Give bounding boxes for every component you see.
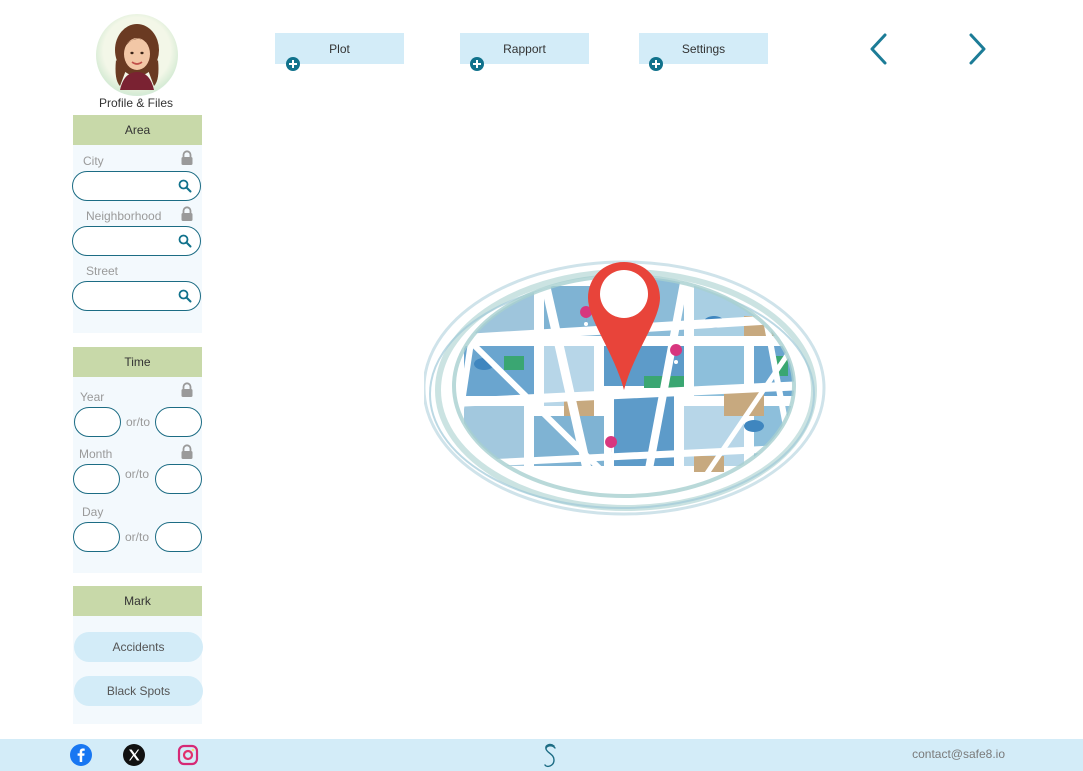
month-from-field[interactable] bbox=[73, 464, 120, 494]
mark-header: Mark bbox=[73, 586, 202, 616]
safe8-logo-icon bbox=[544, 743, 556, 768]
day-from-field[interactable] bbox=[73, 522, 120, 552]
neighborhood-search-field[interactable] bbox=[72, 226, 201, 256]
settings-button-label: Settings bbox=[681, 41, 726, 56]
day-from-input[interactable] bbox=[74, 523, 119, 551]
x-icon[interactable] bbox=[123, 744, 145, 766]
year-to-field[interactable] bbox=[155, 407, 202, 437]
month-label: Month bbox=[79, 447, 113, 461]
city-input[interactable] bbox=[83, 178, 173, 194]
instagram-icon[interactable] bbox=[177, 744, 199, 766]
time-header: Time bbox=[73, 347, 202, 377]
day-to-input[interactable] bbox=[156, 523, 201, 551]
month-to-input[interactable] bbox=[156, 465, 201, 493]
month-to-field[interactable] bbox=[155, 464, 202, 494]
profile-label[interactable]: Profile & Files bbox=[72, 96, 200, 110]
chevron-left-icon[interactable] bbox=[866, 32, 892, 66]
neighborhood-input[interactable] bbox=[83, 233, 173, 249]
city-search-field[interactable] bbox=[72, 171, 201, 201]
facebook-icon[interactable] bbox=[70, 744, 92, 766]
map-illustration bbox=[424, 260, 826, 516]
month-range-separator: or/to bbox=[124, 467, 149, 481]
year-range-separator: or/to bbox=[125, 415, 150, 429]
rapport-button-label: Rapport bbox=[503, 41, 546, 56]
search-icon[interactable] bbox=[178, 234, 192, 248]
add-settings-icon[interactable] bbox=[649, 57, 663, 71]
lock-icon[interactable] bbox=[180, 444, 194, 460]
lock-icon[interactable] bbox=[180, 206, 194, 222]
profile-avatar[interactable] bbox=[96, 14, 178, 96]
accidents-button[interactable]: Accidents bbox=[74, 632, 203, 662]
area-header: Area bbox=[73, 115, 202, 145]
day-label: Day bbox=[82, 505, 104, 519]
avatar-icon bbox=[115, 24, 159, 90]
month-from-input[interactable] bbox=[74, 465, 119, 493]
year-from-input[interactable] bbox=[75, 408, 120, 436]
search-icon[interactable] bbox=[178, 179, 192, 193]
footer: contact@safe8.io bbox=[0, 739, 1083, 771]
neighborhood-label: Neighborhood bbox=[86, 209, 162, 223]
year-to-input[interactable] bbox=[156, 408, 201, 436]
plot-button-label: Plot bbox=[329, 41, 350, 56]
day-range-separator: or/to bbox=[124, 530, 149, 544]
lock-icon[interactable] bbox=[180, 150, 194, 166]
city-label: City bbox=[83, 154, 104, 168]
year-from-field[interactable] bbox=[74, 407, 121, 437]
street-search-field[interactable] bbox=[72, 281, 201, 311]
day-to-field[interactable] bbox=[155, 522, 202, 552]
add-plot-icon[interactable] bbox=[286, 57, 300, 71]
street-label: Street bbox=[86, 264, 119, 278]
year-label: Year bbox=[80, 390, 105, 404]
add-rapport-icon[interactable] bbox=[470, 57, 484, 71]
street-input[interactable] bbox=[83, 288, 173, 304]
lock-icon[interactable] bbox=[180, 382, 194, 398]
contact-email[interactable]: contact@safe8.io bbox=[912, 747, 1005, 761]
search-icon[interactable] bbox=[178, 289, 192, 303]
black-spots-button[interactable]: Black Spots bbox=[74, 676, 203, 706]
chevron-right-icon[interactable] bbox=[964, 32, 990, 66]
